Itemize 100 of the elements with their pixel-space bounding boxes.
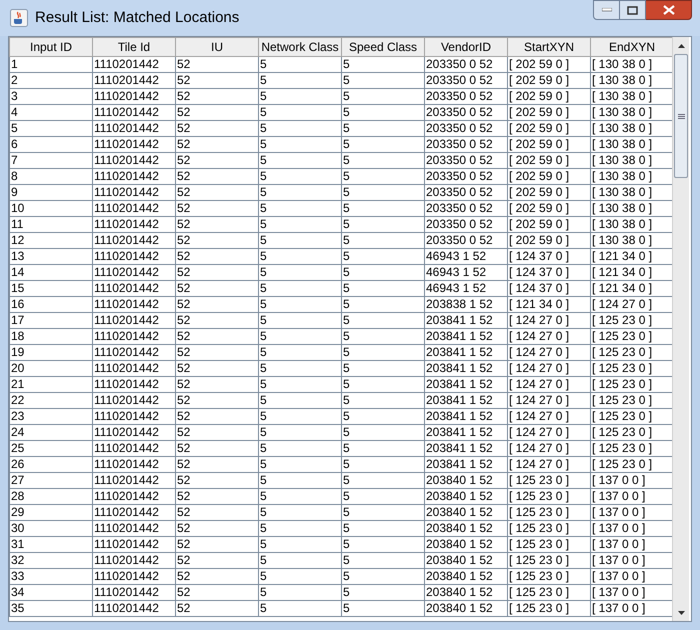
table-cell: 32: [10, 552, 92, 568]
window-title: Result List: Matched Locations: [35, 8, 240, 28]
table-cell: 5: [258, 184, 342, 200]
table-cell: 1110201442: [92, 232, 176, 248]
table-cell: 5: [342, 488, 424, 504]
table-cell: [ 202 59 0 ]: [508, 136, 590, 152]
table-cell: [ 124 27 0 ]: [508, 328, 590, 344]
table-cell: 14: [10, 264, 92, 280]
table-cell: 5: [342, 344, 424, 360]
table-cell: 1110201442: [92, 488, 176, 504]
table-cell: 203841 1 52: [424, 344, 508, 360]
table-cell: 52: [176, 392, 258, 408]
close-button[interactable]: [646, 0, 692, 20]
grip-icon: [678, 114, 684, 118]
table-cell: 5: [342, 88, 424, 104]
table-cell: 23: [10, 408, 92, 424]
table-cell: 46943 1 52: [424, 280, 508, 296]
maximize-button[interactable]: [620, 0, 646, 20]
table-cell: 30: [10, 520, 92, 536]
table-cell: 203350 0 52: [424, 168, 508, 184]
table-cell: 4: [10, 104, 92, 120]
minimize-icon: [602, 8, 612, 12]
table-cell: 5: [342, 200, 424, 216]
table-cell: 22: [10, 392, 92, 408]
table-cell: 203841 1 52: [424, 312, 508, 328]
table-cell: [ 124 27 0 ]: [508, 440, 590, 456]
table-cell: [ 125 23 0 ]: [508, 472, 590, 488]
column-header[interactable]: EndXYN: [590, 38, 672, 56]
table-cell: 5: [258, 328, 342, 344]
table-cell: 5: [342, 536, 424, 552]
table-cell: [ 202 59 0 ]: [508, 200, 590, 216]
table-cell: 203350 0 52: [424, 216, 508, 232]
table-cell: 203350 0 52: [424, 120, 508, 136]
table-cell: [ 202 59 0 ]: [508, 104, 590, 120]
table-cell: 1110201442: [92, 504, 176, 520]
table-cell: 52: [176, 200, 258, 216]
table-cell: [ 125 23 0 ]: [508, 600, 590, 616]
table-cell: 5: [258, 488, 342, 504]
table-cell: [ 124 37 0 ]: [508, 264, 590, 280]
column-header[interactable]: Speed Class: [342, 38, 424, 56]
table-cell: 1110201442: [92, 600, 176, 616]
table-cell: 5: [258, 600, 342, 616]
table-cell: 1110201442: [92, 392, 176, 408]
table-cell: 203350 0 52: [424, 200, 508, 216]
table-cell: 5: [342, 184, 424, 200]
scrollbar-thumb[interactable]: [674, 54, 688, 178]
table-cell: 1: [10, 56, 92, 72]
coffee-cup-icon: [10, 9, 28, 27]
column-header[interactable]: Input ID: [10, 38, 92, 56]
table-cell: 52: [176, 248, 258, 264]
table-cell: 52: [176, 456, 258, 472]
column-header[interactable]: Tile Id: [92, 38, 176, 56]
table-cell: 5: [258, 248, 342, 264]
table-cell: [ 124 27 0 ]: [508, 392, 590, 408]
table-cell: 5: [258, 392, 342, 408]
table-cell: [ 125 23 0 ]: [508, 584, 590, 600]
table-cell: 1110201442: [92, 344, 176, 360]
table-cell: 5: [258, 344, 342, 360]
table-cell: 1110201442: [92, 376, 176, 392]
table-cell: 17: [10, 312, 92, 328]
table-cell: 8: [10, 168, 92, 184]
table-cell: 1110201442: [92, 328, 176, 344]
table-cell: 1110201442: [92, 216, 176, 232]
table-cell: 5: [342, 152, 424, 168]
table-cell: 5: [258, 104, 342, 120]
table-cell: 29: [10, 504, 92, 520]
table-cell: 31: [10, 536, 92, 552]
table-cell: 5: [342, 520, 424, 536]
table-cell: [ 124 27 0 ]: [508, 456, 590, 472]
table-cell: [ 121 34 0 ]: [508, 296, 590, 312]
table-cell: 19: [10, 344, 92, 360]
table-cell: 5: [342, 232, 424, 248]
minimize-button[interactable]: [593, 0, 620, 20]
table-cell: 5: [258, 168, 342, 184]
table-cell: 1110201442: [92, 296, 176, 312]
table-cell: 5: [342, 568, 424, 584]
table-cell: 5: [342, 472, 424, 488]
table-cell: 52: [176, 72, 258, 88]
table-cell: 1110201442: [92, 72, 176, 88]
table-cell: 35: [10, 600, 92, 616]
table-cell: 1110201442: [92, 536, 176, 552]
column-header[interactable]: IU: [176, 38, 258, 56]
table-cell: 5: [342, 328, 424, 344]
table-cell: 203350 0 52: [424, 152, 508, 168]
table-cell: 5: [342, 120, 424, 136]
column-header[interactable]: Network Class: [258, 38, 342, 56]
table-cell: 1110201442: [92, 136, 176, 152]
table-cell: [ 125 23 0 ]: [508, 536, 590, 552]
table-cell: [ 202 59 0 ]: [508, 232, 590, 248]
column-header[interactable]: StartXYN: [508, 38, 590, 56]
table-cell: [ 124 37 0 ]: [508, 280, 590, 296]
table-cell: 26: [10, 456, 92, 472]
table-cell: [ 202 59 0 ]: [508, 216, 590, 232]
table-cell: 28: [10, 488, 92, 504]
column-header[interactable]: VendorID: [424, 38, 508, 56]
table-cell: 52: [176, 312, 258, 328]
scrollbar[interactable]: [672, 37, 689, 621]
table-cell: 203841 1 52: [424, 328, 508, 344]
scroll-up-icon: [678, 44, 684, 48]
table-cell: 52: [176, 264, 258, 280]
